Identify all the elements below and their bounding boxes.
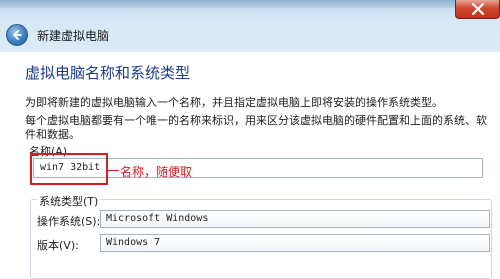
close-icon	[471, 3, 485, 15]
close-button[interactable]	[455, 0, 500, 19]
page-header: 虚拟电脑名称和系统类型	[25, 64, 191, 82]
annotation-connector	[107, 170, 119, 171]
highlight-box	[30, 153, 108, 185]
back-button[interactable]	[6, 24, 28, 46]
os-label: 操作系统(S):	[37, 215, 101, 228]
back-arrow-icon	[13, 30, 22, 40]
title-bar-edge	[0, 0, 500, 8]
os-select[interactable]: Microsoft Windows	[100, 210, 490, 228]
name-annotation: 名称，随便取	[120, 165, 193, 179]
version-label: 版本(V):	[37, 239, 79, 252]
version-select-value: Windows 7	[106, 237, 161, 248]
intro-text: 为即将新建的虚拟电脑输入一个名称，并且指定虚拟电脑上即将安装的操作系统类型。	[25, 96, 443, 109]
window-title: 新建虚拟电脑	[37, 29, 110, 43]
description-text: 每个虚拟电脑都要有一个唯一的名称来标识，用来区分该虚拟电脑的硬件配置和上面的系统…	[25, 114, 487, 141]
version-select[interactable]: Windows 7	[100, 234, 490, 252]
system-type-group-title: 系统类型(T)	[37, 193, 101, 209]
os-select-value: Microsoft Windows	[106, 213, 209, 224]
